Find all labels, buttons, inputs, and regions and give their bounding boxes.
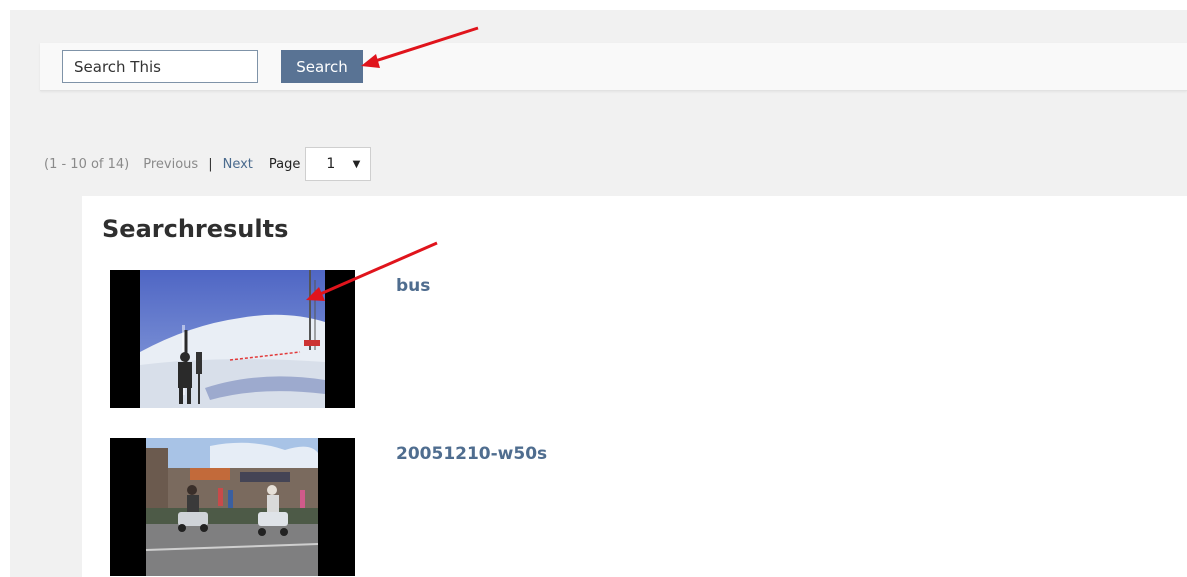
- search-results-panel: Searchresults bus 20051210-w50s: [82, 196, 1187, 577]
- pager-separator: |: [208, 156, 213, 172]
- pagination: (1 - 10 of 14) Previous | Next Page 1 ▼: [44, 147, 372, 181]
- result-item: 20051210-w50s: [82, 438, 1187, 577]
- ski-slope-image: [110, 270, 355, 408]
- next-link[interactable]: Next: [223, 157, 253, 172]
- previous-link: Previous: [143, 156, 199, 172]
- caret-down-icon: ▼: [352, 158, 361, 170]
- page-label: Page: [268, 156, 301, 172]
- page-select[interactable]: 1 ▼: [305, 147, 372, 181]
- results-heading: Searchresults: [102, 215, 289, 243]
- street-scooters-video-thumbnail[interactable]: [110, 438, 355, 576]
- search-input[interactable]: [62, 50, 258, 83]
- result-title-link[interactable]: bus: [396, 276, 430, 296]
- ski-slope-video-thumbnail[interactable]: [110, 270, 355, 408]
- search-button[interactable]: Search: [281, 50, 363, 83]
- result-title-link[interactable]: 20051210-w50s: [396, 444, 547, 464]
- result-range: (1 - 10 of 14): [44, 156, 130, 172]
- result-item: bus: [82, 270, 1187, 410]
- street-scooters-image: [110, 438, 355, 576]
- page-select-value: 1: [326, 156, 336, 172]
